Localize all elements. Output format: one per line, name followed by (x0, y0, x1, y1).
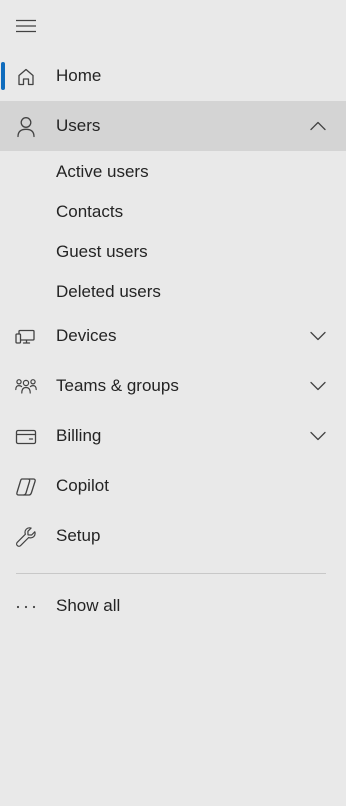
nav-item-devices[interactable]: Devices (0, 311, 346, 361)
nav-item-billing[interactable]: Billing (0, 411, 346, 461)
sub-item-guest-users[interactable]: Guest users (0, 231, 346, 271)
wrench-icon (15, 526, 37, 548)
nav-item-setup[interactable]: Setup (0, 511, 346, 561)
sub-item-label: Guest users (56, 242, 148, 261)
nav-divider (16, 573, 326, 574)
sub-item-deleted-users[interactable]: Deleted users (0, 271, 346, 311)
person-icon (15, 116, 37, 138)
sub-item-contacts[interactable]: Contacts (0, 191, 346, 231)
nav-item-teams-groups[interactable]: Teams & groups (0, 361, 346, 411)
nav-item-label: Users (56, 116, 101, 135)
chevron-down-icon (310, 328, 326, 344)
selected-indicator (1, 62, 5, 90)
nav-item-label: Show all (56, 596, 121, 615)
sub-item-label: Contacts (56, 202, 124, 221)
wallet-icon (15, 426, 37, 448)
nav-item-label: Copilot (56, 476, 109, 495)
nav-item-home[interactable]: Home (0, 51, 346, 101)
chevron-up-icon (310, 118, 326, 134)
copilot-icon (15, 476, 37, 498)
sub-item-label: Deleted users (56, 282, 161, 301)
hamburger-menu-button[interactable] (8, 8, 44, 44)
home-icon (15, 66, 37, 88)
nav-item-show-all[interactable]: Show all (0, 581, 346, 631)
sub-item-label: Active users (56, 162, 149, 181)
people-team-icon (15, 376, 37, 398)
chevron-down-icon (310, 428, 326, 444)
hamburger-icon (15, 18, 37, 34)
sub-item-active-users[interactable]: Active users (0, 151, 346, 191)
nav-item-label: Billing (56, 426, 102, 445)
more-horizontal-icon (15, 596, 37, 618)
nav-item-label: Setup (56, 526, 101, 545)
nav-item-copilot[interactable]: Copilot (0, 461, 346, 511)
nav-item-label: Home (56, 66, 102, 85)
nav-item-label: Teams & groups (56, 376, 179, 395)
nav-item-label: Devices (56, 326, 117, 345)
left-navigation: Home Users Active users Contacts Guest u… (0, 0, 346, 806)
chevron-down-icon (310, 378, 326, 394)
nav-item-users[interactable]: Users (0, 101, 346, 151)
devices-icon (15, 326, 37, 348)
